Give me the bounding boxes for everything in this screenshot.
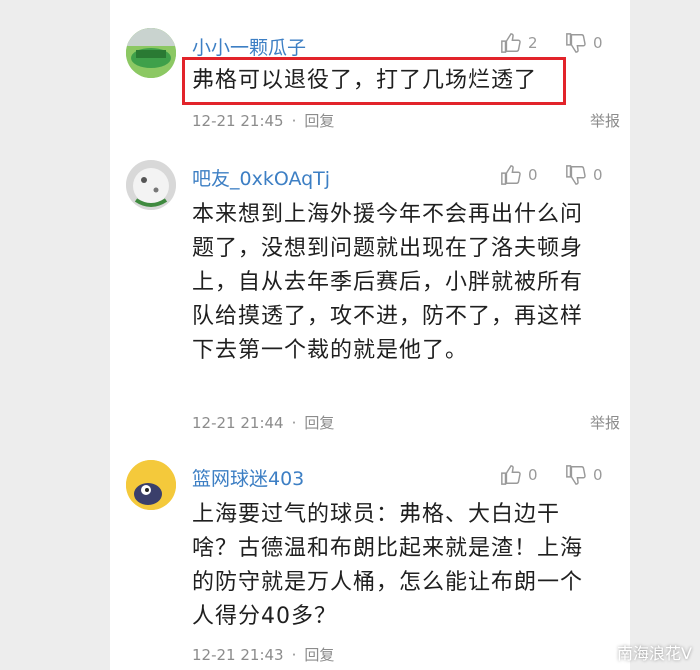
dislike-button[interactable]: 0 bbox=[565, 164, 603, 186]
username[interactable]: 吧友_0xkOAqTj bbox=[192, 164, 330, 191]
comment-text: 弗格可以退役了，打了几场烂透了 bbox=[192, 68, 538, 93]
like-count: 0 bbox=[528, 166, 538, 184]
comment-text: 本来想到上海外援今年不会再出什么问题了，没想到问题就出现在了洛夫顿身上，自从去年… bbox=[192, 202, 584, 363]
timestamp: 12-21 21:43 bbox=[192, 646, 284, 664]
timestamp: 12-21 21:45 bbox=[192, 112, 284, 130]
comment-item: 篮网球迷403 0 0 上海要过气的球员：弗格、大白边干啥？古德温和布朗比起来就… bbox=[110, 440, 630, 670]
comment-item: 小小一颗瓜子 2 0 弗格可以退役了，打了几场烂透了 12-21 21:45 · 回… bbox=[110, 0, 630, 140]
thumb-down-icon bbox=[566, 33, 586, 53]
thumb-up-icon bbox=[501, 465, 521, 485]
reply-link[interactable]: 回复 bbox=[304, 646, 334, 664]
avatar[interactable] bbox=[126, 160, 176, 210]
username[interactable]: 小小一颗瓜子 bbox=[192, 33, 306, 60]
username[interactable]: 篮网球迷403 bbox=[192, 464, 304, 491]
timestamp: 12-21 21:44 bbox=[192, 414, 284, 432]
like-button[interactable]: 0 bbox=[500, 164, 538, 186]
report-link[interactable]: 举报 bbox=[590, 110, 620, 131]
like-button[interactable]: 0 bbox=[500, 464, 538, 486]
comment-meta: 12-21 21:45 · 回复 bbox=[192, 112, 335, 130]
report-link[interactable]: 举报 bbox=[590, 412, 620, 433]
comment-item: 吧友_0xkOAqTj 0 0 本来想到上海外援今年不会再出什么问题了，没想到问… bbox=[110, 140, 630, 440]
like-button[interactable]: 2 bbox=[500, 32, 538, 54]
thumb-down-icon bbox=[566, 465, 586, 485]
thumb-up-icon bbox=[501, 165, 521, 185]
weibo-logo-icon bbox=[595, 647, 612, 660]
reply-link[interactable]: 回复 bbox=[304, 414, 334, 432]
thumb-up-icon bbox=[501, 33, 521, 53]
dislike-count: 0 bbox=[593, 34, 603, 52]
thumb-down-icon bbox=[566, 165, 586, 185]
dislike-count: 0 bbox=[593, 166, 603, 184]
comment-text: 上海要过气的球员：弗格、大白边干啥？古德温和布朗比起来就是渣！上海的防守就是万人… bbox=[192, 502, 584, 629]
dislike-count: 0 bbox=[593, 466, 603, 484]
dislike-button[interactable]: 0 bbox=[565, 464, 603, 486]
reply-link[interactable]: 回复 bbox=[304, 112, 334, 130]
comment-meta: 12-21 21:44 · 回复 bbox=[192, 414, 335, 432]
watermark: 南海浪花V bbox=[595, 640, 692, 664]
dislike-button[interactable]: 0 bbox=[565, 32, 603, 54]
avatar[interactable] bbox=[126, 28, 176, 78]
like-count: 0 bbox=[528, 466, 538, 484]
avatar[interactable] bbox=[126, 460, 176, 510]
comment-panel: 小小一颗瓜子 2 0 弗格可以退役了，打了几场烂透了 12-21 21:45 · 回… bbox=[110, 0, 630, 670]
comment-meta: 12-21 21:43 · 回复 bbox=[192, 646, 335, 664]
watermark-text: 南海浪花V bbox=[617, 644, 692, 663]
like-count: 2 bbox=[528, 34, 538, 52]
